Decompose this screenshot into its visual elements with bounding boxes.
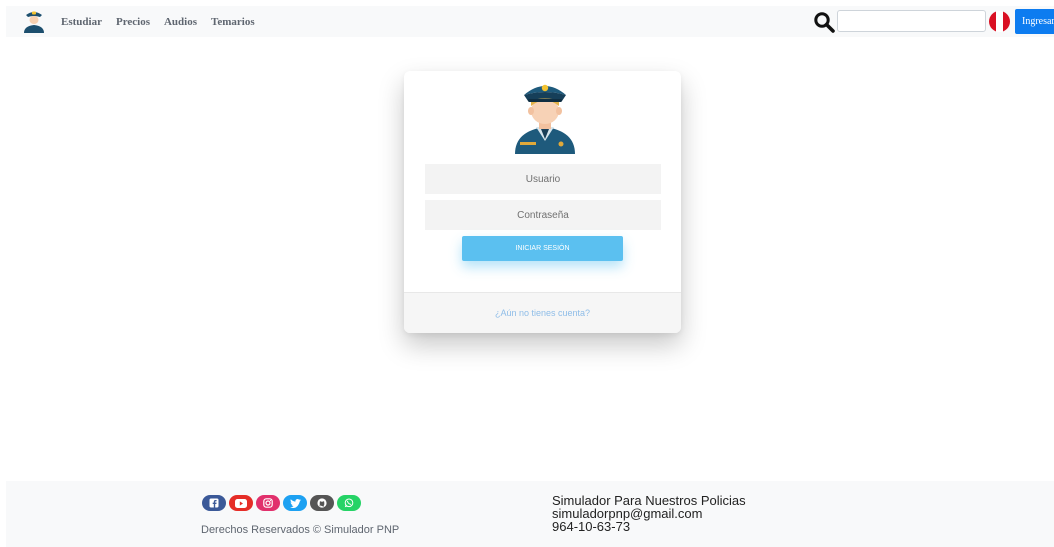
twitter-glyph	[289, 498, 301, 508]
github-glyph	[317, 498, 327, 508]
nav-link-precios[interactable]: Precios	[116, 16, 150, 28]
page-footer: Derechos Reservados © Simulador PNP Simu…	[6, 481, 1054, 547]
peru-flag-icon[interactable]	[989, 11, 1010, 32]
search-input[interactable]	[837, 10, 986, 32]
whatsapp-icon[interactable]	[337, 495, 361, 511]
police-logo-icon[interactable]	[23, 9, 45, 33]
instagram-glyph	[263, 498, 273, 508]
police-officer-avatar	[515, 84, 575, 154]
login-submit-button[interactable]: INICIAR SESIÓN	[462, 236, 623, 261]
youtube-glyph	[235, 498, 247, 508]
facebook-icon[interactable]	[202, 495, 226, 511]
social-links	[202, 495, 364, 511]
login-button[interactable]: Ingresar	[1015, 9, 1054, 34]
nav-link-audios[interactable]: Audios	[164, 16, 197, 28]
navbar: Estudiar Precios Audios Temarios Ingresa…	[6, 6, 1054, 37]
nav-link-temarios[interactable]: Temarios	[211, 16, 255, 28]
facebook-glyph	[209, 498, 219, 508]
username-input[interactable]	[425, 164, 661, 194]
search-icon[interactable]	[813, 11, 835, 33]
instagram-icon[interactable]	[256, 495, 280, 511]
github-icon[interactable]	[310, 495, 334, 511]
login-card: INICIAR SESIÓN ¿Aún no tienes cuenta?	[404, 71, 681, 333]
youtube-icon[interactable]	[229, 495, 253, 511]
twitter-icon[interactable]	[283, 495, 307, 511]
nav-link-estudiar[interactable]: Estudiar	[61, 16, 102, 28]
contact-phone: 964-10-63-73	[552, 519, 631, 534]
card-footer: ¿Aún no tienes cuenta?	[404, 292, 681, 333]
copyright-text: Derechos Reservados © Simulador PNP	[201, 524, 400, 536]
register-link[interactable]: ¿Aún no tienes cuenta?	[495, 308, 590, 318]
contact-info: Simulador Para Nuestros Policias simulad…	[552, 494, 746, 533]
whatsapp-glyph	[344, 498, 354, 508]
password-input[interactable]	[425, 200, 661, 230]
